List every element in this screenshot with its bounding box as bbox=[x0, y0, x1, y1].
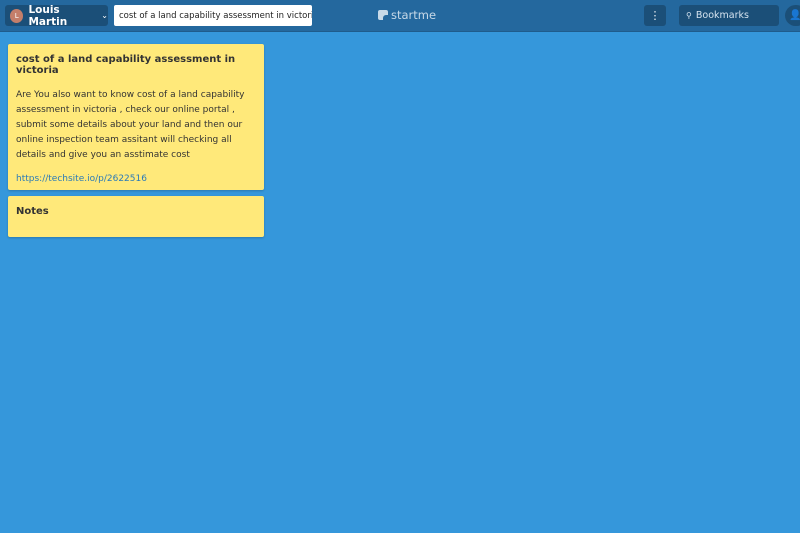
page-title-field[interactable]: cost of a land capability assessment in … bbox=[114, 5, 312, 26]
chevron-down-icon: ⌄ bbox=[101, 11, 108, 20]
startme-logo-icon bbox=[378, 10, 388, 20]
widget-title[interactable]: cost of a land capability assessment in … bbox=[16, 54, 256, 76]
search-icon: ⚲ bbox=[686, 11, 692, 20]
notes-widget[interactable]: Notes bbox=[8, 196, 264, 237]
notes-title[interactable]: Notes bbox=[16, 206, 256, 217]
search-placeholder: Bookmarks bbox=[695, 10, 749, 21]
profile-button[interactable]: 👤 bbox=[785, 5, 800, 26]
avatar: L bbox=[10, 8, 24, 23]
user-menu-button[interactable]: L Louis Martin ⌄ bbox=[5, 3, 108, 28]
widget-description: Are You also want to know cost of a land… bbox=[16, 90, 245, 160]
vertical-dots-icon: ⋮ bbox=[649, 9, 661, 22]
person-icon: 👤 bbox=[789, 10, 800, 21]
more-menu-button[interactable]: ⋮ bbox=[644, 5, 666, 26]
startme-logo[interactable]: startme bbox=[378, 8, 436, 22]
bookmark-widget: cost of a land capability assessment in … bbox=[8, 44, 264, 190]
top-bar: L Louis Martin ⌄ cost of a land capabili… bbox=[0, 0, 800, 32]
bookmarks-search-input[interactable]: ⚲ Bookmarks bbox=[679, 5, 779, 26]
logo-text: startme bbox=[391, 8, 437, 22]
widget-link[interactable]: https://techsite.io/p/2622516 bbox=[16, 174, 256, 184]
user-name: Louis Martin bbox=[28, 3, 68, 28]
